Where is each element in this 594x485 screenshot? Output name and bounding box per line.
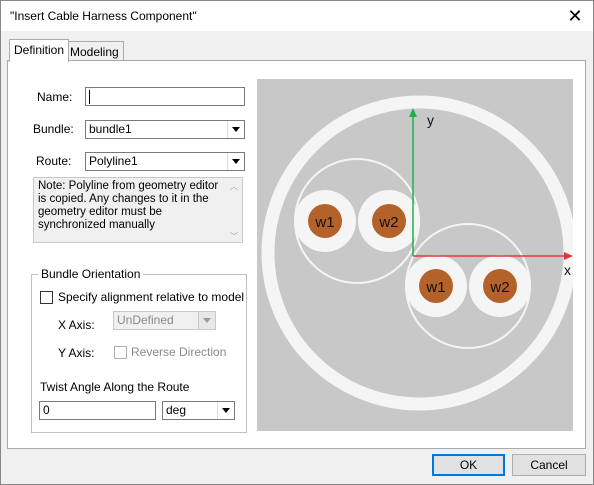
route-select-value: Polyline1	[89, 154, 138, 168]
title-bar: "Insert Cable Harness Component" ✕	[1, 1, 593, 31]
outer-sheath	[261, 95, 577, 411]
specify-alignment-label: Specify alignment relative to model	[58, 290, 245, 304]
specify-alignment-checkbox[interactable]	[40, 291, 53, 304]
text-cursor	[89, 90, 90, 104]
tab-modeling[interactable]: Modeling	[65, 41, 124, 62]
bundle-preview-svg: w1 w2 w1 w2 y x	[261, 95, 577, 411]
reverse-direction-label: Reverse Direction	[131, 345, 227, 359]
bundle-preview: w1 w2 w1 w2 y x	[257, 79, 577, 431]
twist-unit-select[interactable]: deg	[162, 401, 235, 420]
x-axis-label: x	[564, 262, 571, 278]
window-title: "Insert Cable Harness Component"	[10, 9, 197, 23]
note-scrollbar[interactable]: ︿ ﹀	[226, 178, 242, 242]
tab-modeling-label: Modeling	[70, 45, 119, 59]
close-icon[interactable]: ✕	[563, 4, 587, 28]
name-label: Name:	[37, 90, 73, 104]
tab-definition[interactable]: Definition	[9, 39, 70, 62]
wire-label: w1	[425, 279, 445, 296]
tab-definition-label: Definition	[14, 43, 65, 57]
bundle-select[interactable]: bundle1	[85, 120, 245, 139]
wire-label: w1	[314, 214, 334, 231]
twist-angle-label: Twist Angle Along the Route	[40, 380, 190, 394]
ok-button[interactable]: OK	[432, 454, 505, 476]
y-axis-label: y	[427, 112, 434, 128]
twist-angle-input[interactable]: 0	[39, 401, 156, 420]
chevron-down-icon	[198, 312, 215, 329]
cancel-button[interactable]: Cancel	[512, 454, 586, 476]
scroll-up-icon[interactable]: ︿	[230, 180, 238, 193]
bundle-orientation-title: Bundle Orientation	[38, 267, 144, 281]
chevron-down-icon[interactable]	[227, 121, 244, 138]
bundle-select-value: bundle1	[89, 122, 132, 136]
chevron-down-icon[interactable]	[217, 402, 234, 419]
bundle-label: Bundle:	[33, 122, 74, 136]
x-axis-select-value: UnDefined	[117, 313, 174, 327]
y-axis-arrow	[409, 108, 417, 117]
route-label: Route:	[36, 154, 72, 168]
wire-label: w2	[489, 279, 509, 296]
twist-unit-value: deg	[166, 403, 187, 417]
scroll-down-icon[interactable]: ﹀	[230, 230, 238, 243]
wire-label: w2	[378, 214, 398, 231]
reverse-direction-checkbox[interactable]	[114, 346, 127, 359]
note-text: Note: Polyline from geometry editor is c…	[38, 180, 219, 231]
x-axis-label: X Axis:	[58, 318, 95, 332]
y-axis-label: Y Axis:	[58, 346, 95, 360]
route-select[interactable]: Polyline1	[85, 152, 245, 171]
note-textbox[interactable]: Note: Polyline from geometry editor is c…	[33, 177, 243, 243]
chevron-down-icon[interactable]	[227, 153, 244, 170]
name-input[interactable]	[85, 87, 245, 106]
x-axis-select[interactable]: UnDefined	[113, 311, 216, 330]
